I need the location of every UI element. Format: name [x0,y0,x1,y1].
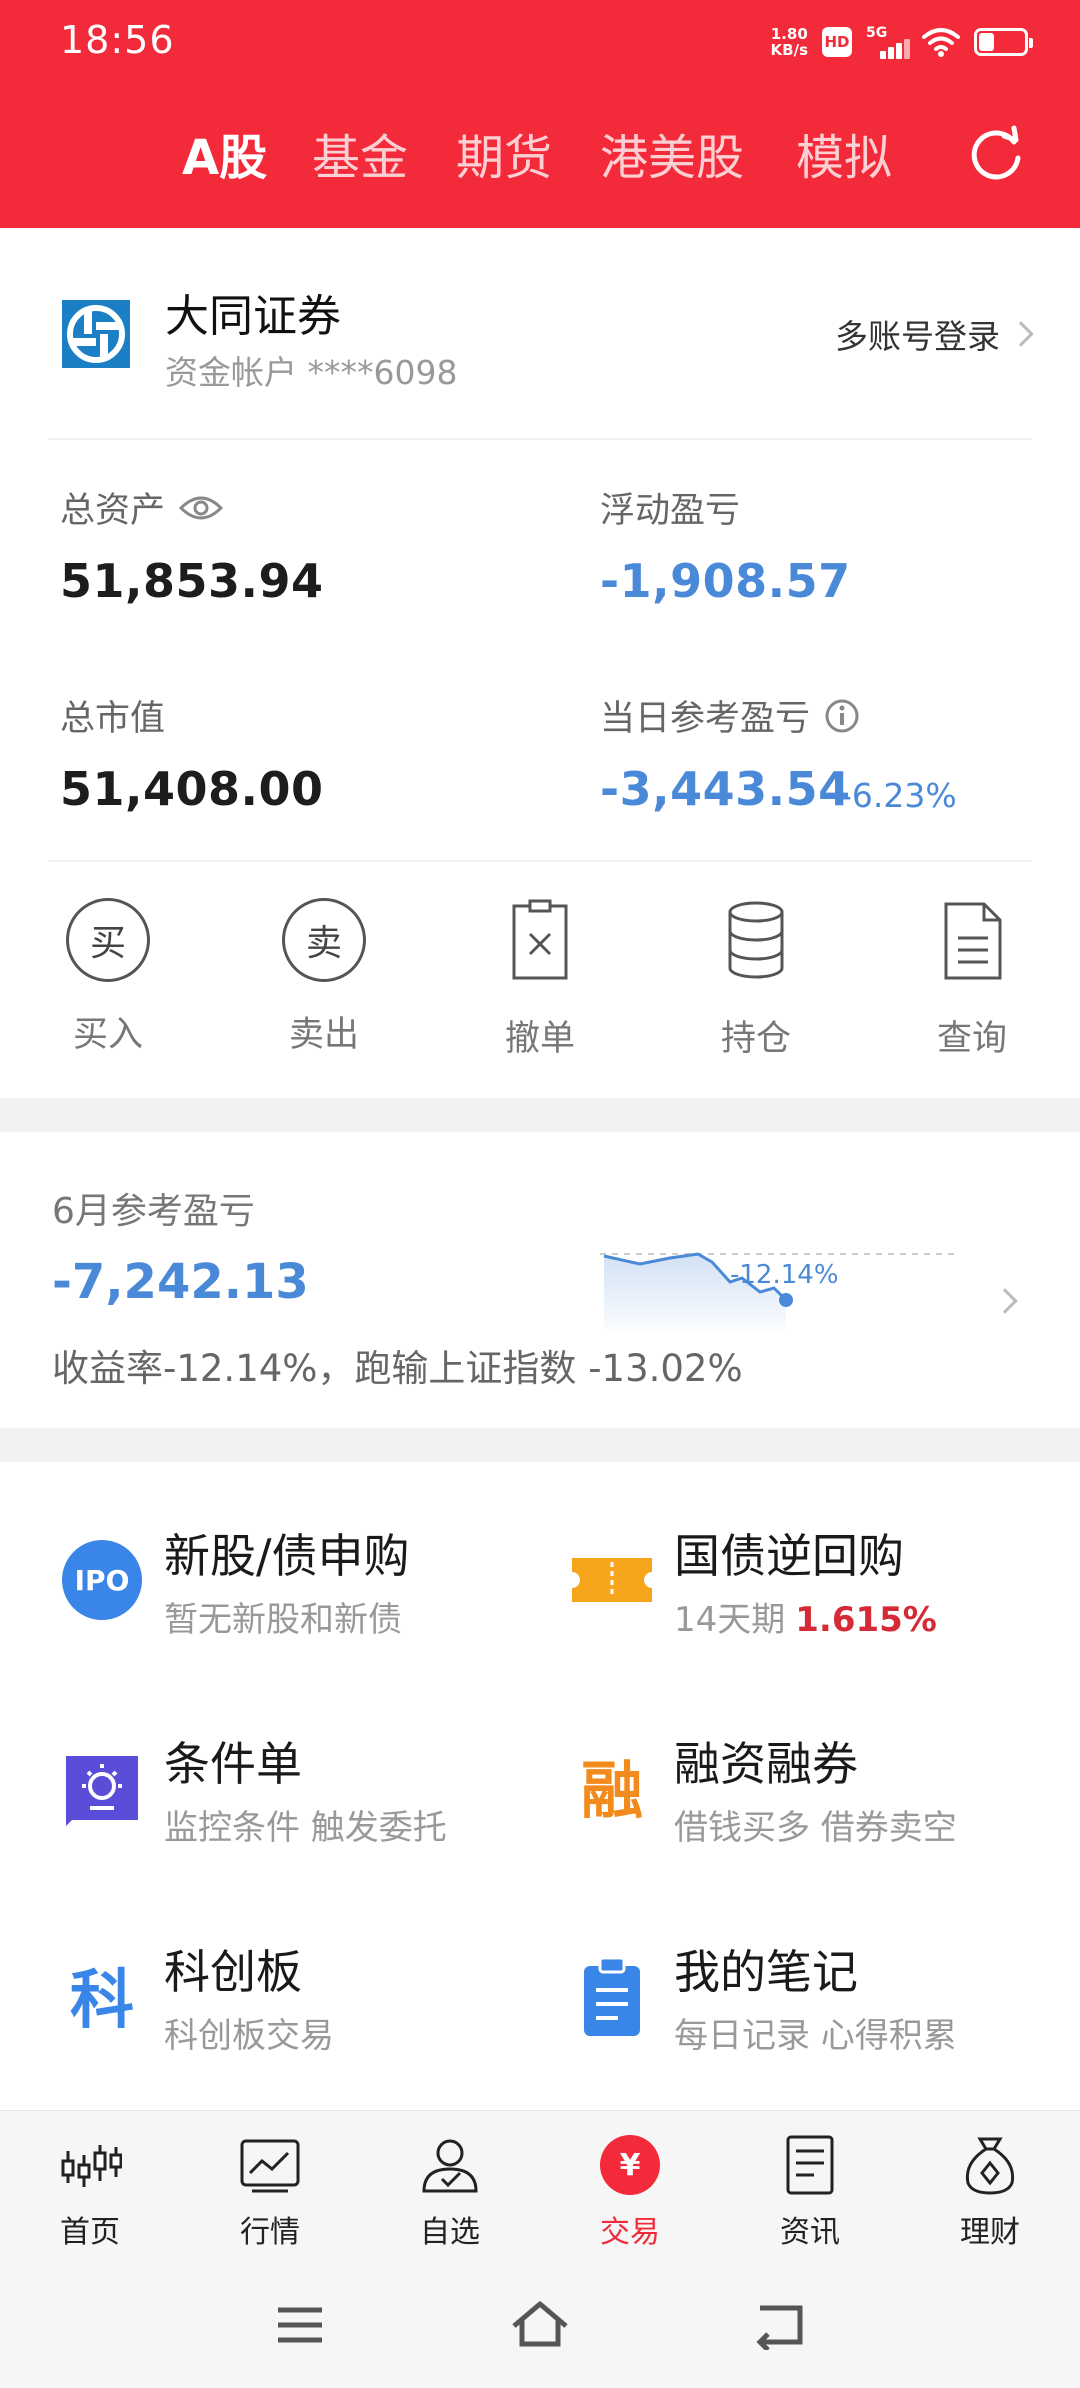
eye-icon[interactable] [179,494,224,522]
nav-market[interactable]: 行情 [210,2133,330,2251]
chevron-right-icon [1008,321,1034,347]
broker-logo [62,300,130,368]
condition-order-icon [66,1756,138,1826]
account-number: 资金帐户 ****6098 [165,353,458,392]
nav-trade[interactable]: ¥ 交易 [570,2133,690,2251]
monthly-return-desc: 收益率-12.14%，跑输上证指数 -13.02% [52,1347,743,1390]
buy-button[interactable]: 买 买入 [38,898,178,1057]
svg-text:科: 科 [70,1964,134,2038]
menu-icon[interactable] [270,2300,330,2350]
news-icon [786,2135,834,2195]
nav-news[interactable]: 资讯 [750,2133,870,2251]
status-bar: 18:56 1.80 KB/s HD 5G [0,0,1080,84]
tab-simulation[interactable]: 模拟 [796,118,892,188]
query-button[interactable]: 查询 [902,898,1042,1061]
refresh-icon[interactable] [966,124,1026,184]
nav-wealth[interactable]: 理财 [930,2133,1050,2251]
market-value-value: 51,408.00 [60,762,324,816]
battery-icon [974,28,1033,56]
star-market-item[interactable]: 科 科创板 科创板交易 [60,1936,540,2086]
my-notes-item[interactable]: 我的笔记 每日记录 心得积累 [570,1936,1050,2086]
tab-funds[interactable]: 基金 [312,118,408,188]
ticket-icon [572,1558,652,1602]
trade-actions: 买 买入 卖 卖出 撤单 持仓 查询 [0,898,1080,1098]
net-speed: 1.80 KB/s [770,25,808,59]
status-time: 18:56 [60,18,175,62]
sparkline-label: -12.14% [730,1260,839,1290]
sell-button[interactable]: 卖 卖出 [254,898,394,1057]
app-header: 18:56 1.80 KB/s HD 5G A股 基金 期货 港美股 模拟 [0,0,1080,228]
candlestick-icon [61,2145,123,2187]
bottom-nav: 首页 行情 自选 ¥ 交易 资讯 理财 [0,2110,1080,2260]
svg-text:¥: ¥ [620,2148,641,2183]
tab-futures[interactable]: 期货 [456,118,552,188]
money-bag-icon [965,2137,1015,2195]
divider [48,860,1032,862]
daily-pnl-percent: -6.23% [840,776,957,815]
total-assets-value: 51,853.94 [60,554,324,608]
signal-icon: 5G [866,25,910,59]
query-icon [944,902,1002,980]
status-icons: 1.80 KB/s HD 5G [770,22,1033,62]
yuan-icon: ¥ [600,2135,660,2195]
total-assets-label: 总资产 [60,482,224,533]
tab-hk-us[interactable]: 港美股 [600,118,744,188]
daily-pnl-value: -3,443.54 [600,762,851,816]
trend-chart-icon [240,2139,300,2193]
monthly-pnl-value: -7,242.13 [52,1254,309,1310]
notes-icon [584,1956,640,2036]
sell-icon: 卖 [282,898,366,982]
margin-trading-item[interactable]: 融 融资融券 借钱买多 借券卖空 [570,1728,1050,1878]
back-icon[interactable] [750,2300,810,2350]
repo-rate: 1.615% [795,1600,937,1640]
positions-button[interactable]: 持仓 [686,898,826,1061]
chevron-right-icon [992,1288,1018,1314]
monthly-pnl-title: 6月参考盈亏 [52,1191,255,1232]
nav-home[interactable]: 首页 [30,2133,150,2251]
market-value-label: 总市值 [60,699,166,739]
market-tabs: A股 基金 期货 港美股 模拟 [0,118,1080,198]
buy-icon: 买 [66,898,150,982]
hd-icon: HD [822,27,852,57]
ipo-icon: IPO [62,1540,142,1620]
svg-text:IPO: IPO [75,1564,130,1597]
daily-pnl-label: 当日参考盈亏 [600,690,860,741]
user-check-icon [422,2139,478,2193]
positions-icon [728,901,784,979]
broker-name: 大同证券 [165,291,341,342]
info-icon[interactable] [824,698,860,734]
nav-watchlist[interactable]: 自选 [390,2133,510,2251]
divider [48,438,1032,440]
cancel-order-icon [512,899,568,980]
home-icon[interactable] [510,2300,570,2350]
condition-order-item[interactable]: 条件单 监控条件 触发委托 [60,1728,540,1878]
floating-pnl-label: 浮动盈亏 [600,491,741,531]
tab-a-shares[interactable]: A股 [182,118,267,188]
ipo-subscription-item[interactable]: IPO 新股/债申购 暂无新股和新债 [60,1520,540,1670]
cancel-order-button[interactable]: 撤单 [470,898,610,1061]
services-card: IPO 新股/债申购 暂无新股和新债 国债逆回购 14天期 1.615% 条件单 … [0,1462,1080,2110]
margin-icon: 融 [581,1754,643,1827]
wifi-icon [922,28,960,57]
reverse-repo-item[interactable]: 国债逆回购 14天期 1.615% [570,1520,1050,1670]
svg-text:融: 融 [581,1754,643,1827]
monthly-pnl-card[interactable]: 6月参考盈亏 -7,242.13 收益率-12.14%，跑输上证指数 -13.0… [0,1132,1080,1428]
floating-pnl-value: -1,908.57 [600,554,851,608]
multi-account-login-button[interactable]: 多账号登录 [835,310,1034,358]
star-market-icon: 科 [70,1964,134,2038]
account-card: 大同证券 资金帐户 ****6098 多账号登录 总资产 51,853.94 浮… [0,228,1080,1098]
system-nav-bar [0,2260,1080,2388]
